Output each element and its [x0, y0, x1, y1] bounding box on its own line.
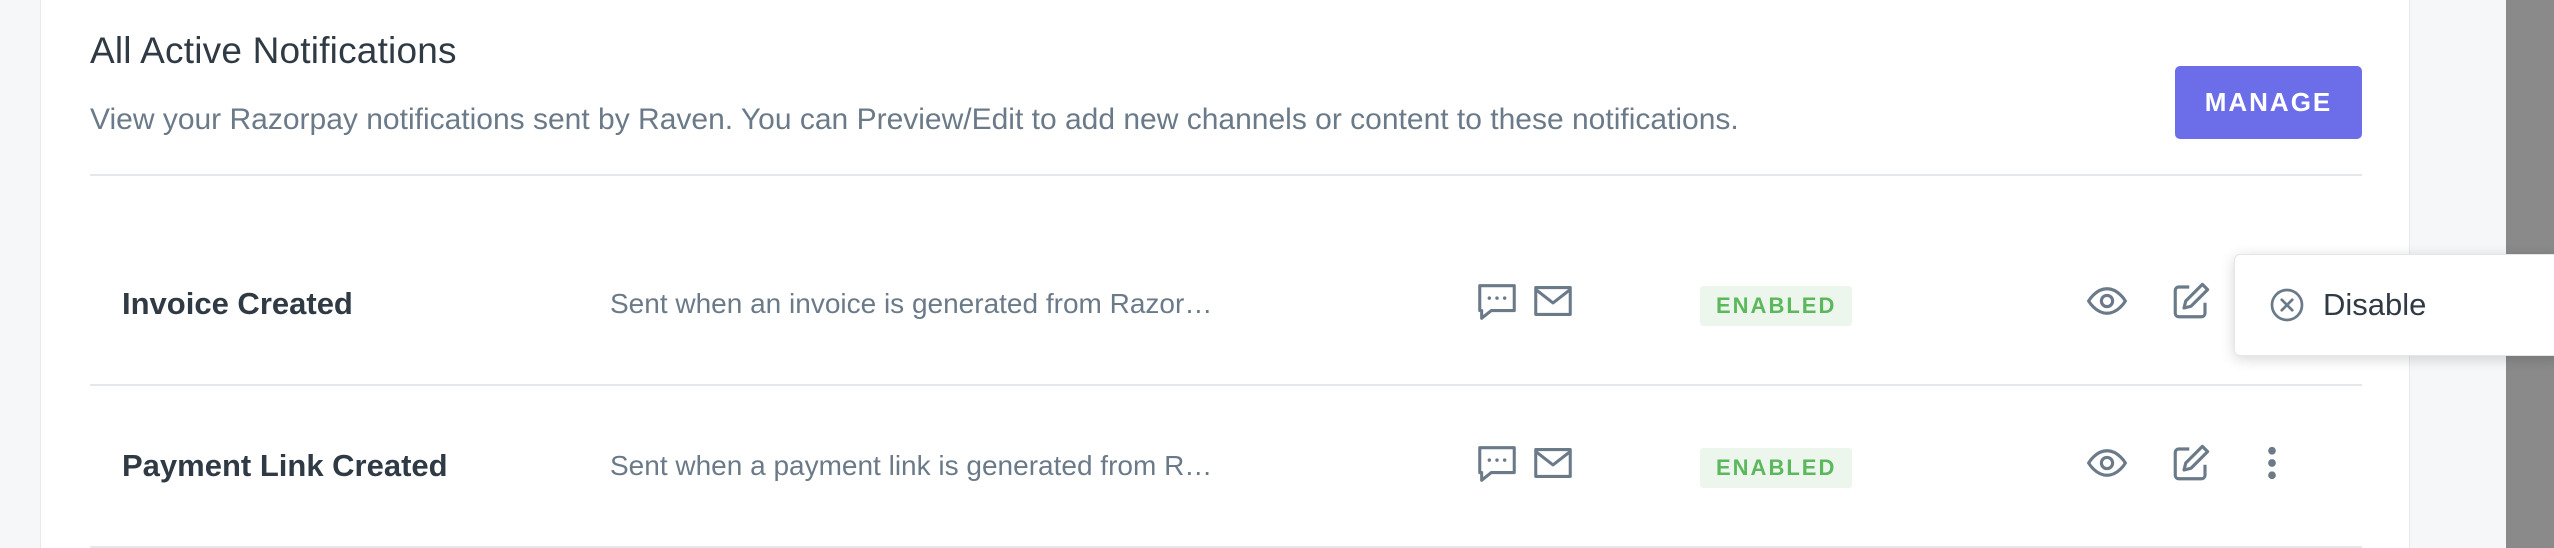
sms-icon	[1478, 446, 1516, 482]
disable-label: Disable	[2323, 287, 2427, 322]
status-badge: ENABLED	[1700, 448, 1853, 488]
sms-icon	[1478, 284, 1516, 320]
page-title: All Active Notifications	[90, 30, 457, 71]
notification-name: Invoice Created	[122, 286, 353, 321]
row-actions-menu: Disable	[2234, 254, 2554, 356]
mail-icon	[1534, 448, 1572, 478]
notifications-header: All Active Notifications View your Razor…	[90, 0, 2362, 176]
notification-name: Payment Link Created	[122, 448, 448, 483]
manage-button[interactable]: MANAGE	[2175, 66, 2362, 139]
more-options-icon[interactable]	[2262, 442, 2282, 484]
page-subtitle: View your Razorpay notifications sent by…	[90, 103, 1739, 136]
status-badge: ENABLED	[1700, 286, 1853, 326]
notification-row: Payment Link Created Sent when a payment…	[90, 386, 2362, 548]
disable-menu-item[interactable]: Disable	[2235, 255, 2554, 355]
page-background	[0, 0, 40, 548]
mail-icon	[1534, 286, 1572, 316]
notification-description: Sent when a payment link is generated fr…	[610, 450, 1213, 481]
notification-row: Invoice Created Sent when an invoice is …	[90, 224, 2362, 386]
close-circle-icon	[2270, 288, 2304, 322]
edit-icon[interactable]	[2170, 442, 2212, 484]
edit-icon[interactable]	[2170, 280, 2212, 322]
eye-icon[interactable]	[2086, 442, 2128, 484]
notification-description: Sent when an invoice is generated from R…	[610, 288, 1213, 319]
eye-icon[interactable]	[2086, 280, 2128, 322]
